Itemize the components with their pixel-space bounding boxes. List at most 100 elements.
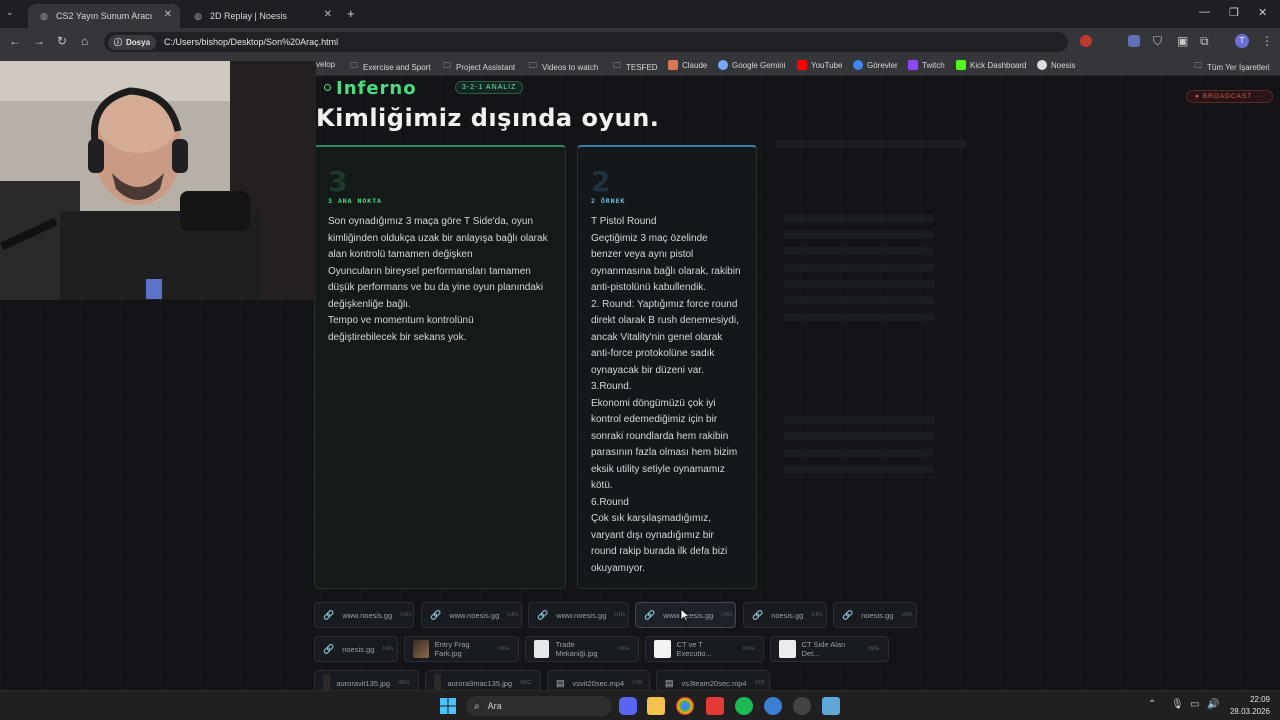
display-icon[interactable]: ▭	[1190, 699, 1199, 710]
windows-start-icon[interactable]	[440, 698, 456, 714]
image-pill[interactable]: Entry Frag Fark.jpg IMG	[404, 636, 519, 662]
bookmark-label: Twitch	[922, 60, 945, 70]
maximize-button[interactable]: ❐	[1229, 6, 1239, 19]
extension-icon[interactable]: ▣	[1177, 34, 1188, 48]
card-line: alan kontrolü tamamen değişken	[328, 249, 473, 260]
card-body: Son oynadığımız 3 maça göre T Side'da, o…	[328, 214, 560, 346]
extension-icon[interactable]	[1128, 35, 1140, 47]
image-label: Trade Mekaniği.jpg	[555, 640, 598, 658]
taskbar-search[interactable]: ⌕ Ara	[466, 696, 612, 716]
steam-icon[interactable]	[764, 697, 782, 715]
image-pill[interactable]: Trade Mekaniği.jpg IMG	[525, 636, 639, 662]
link-pill[interactable]: 🔗 www.noesis.gg URL	[314, 602, 414, 628]
tab-cs2-yayin[interactable]: ◍ CS2 Yayın Sunum Aracı ✕	[28, 4, 180, 28]
bookmark-youtube[interactable]: YouTube	[797, 60, 842, 70]
bookmark-folder-exercise[interactable]: 🗀 Exercise and Sport	[350, 60, 431, 74]
link-type-tag: URL	[400, 612, 413, 618]
home-icon[interactable]: ⌂	[81, 34, 88, 48]
bookmark-twitch[interactable]: Twitch	[908, 60, 945, 70]
link-type-tag: VID	[632, 680, 643, 686]
card-line: varyant dışı oynadığımız bir	[591, 529, 714, 541]
analysis-badge: 3-2-1 ANALİZ	[455, 81, 524, 94]
profile-avatar[interactable]: T	[1235, 34, 1249, 48]
bookmark-label: Kick Dashboard	[970, 60, 1027, 70]
puzzle-icon[interactable]: ⧉	[1200, 34, 1209, 49]
link-type-tag: VID	[754, 680, 766, 686]
bookmark-folder-videos[interactable]: 🗀 Videos to watch	[529, 60, 598, 74]
link-icon: 🔗	[537, 609, 549, 620]
image-pill[interactable]: CT ve T Executio... IMG	[645, 636, 764, 662]
search-icon: ⌕	[474, 700, 480, 712]
address-bar[interactable]: ⓘ Dosya C:/Users/bishop/Desktop/Son%20Ara…	[104, 32, 1068, 52]
new-tab-button[interactable]: +	[347, 6, 355, 21]
menu-icon[interactable]: ⋮	[1261, 34, 1273, 48]
card-line: T Pistol Round	[591, 216, 657, 227]
adblock-icon[interactable]	[1080, 35, 1092, 47]
card-line: Geçtiğimiz 3 maç özelinde	[591, 232, 708, 244]
file-explorer-icon[interactable]	[647, 697, 665, 715]
link-pill[interactable]: 🔗 www.noesis.gg URL	[528, 602, 629, 628]
discord-icon[interactable]	[619, 697, 637, 715]
map-dot-icon	[324, 84, 331, 91]
app-icon[interactable]	[822, 697, 840, 715]
card-line: 2. Round: Yaptığımız force round	[591, 298, 738, 310]
bookmark-folder-tesfed[interactable]: 🗀 TESFED	[613, 60, 658, 74]
claude-icon	[668, 60, 678, 70]
link-pill[interactable]: 🔗 noesis.gg URL	[743, 602, 827, 628]
reload-icon[interactable]: ↻	[57, 34, 67, 48]
file-chip[interactable]: ⓘ Dosya	[108, 34, 157, 50]
image-pill[interactable]: CT Side Alan Det... IMG	[770, 636, 889, 662]
globe-icon: ◍	[194, 10, 202, 21]
link-pill[interactable]: 🔗 www.noesis.gg URL	[421, 602, 522, 628]
broadcast-badge[interactable]: ● BROADCAST · ·	[1186, 90, 1274, 103]
spotify-icon[interactable]	[735, 697, 753, 715]
link-pill[interactable]: 🔗 noesis.gg URL	[314, 636, 398, 662]
close-tab-icon[interactable]: ✕	[324, 9, 332, 20]
close-window-button[interactable]: ✕	[1258, 6, 1267, 19]
folder-icon: 🗀	[443, 61, 451, 70]
volume-icon[interactable]: 🔊	[1207, 699, 1219, 710]
bookmark-noesis[interactable]: Noesis	[1037, 60, 1075, 70]
tab-2d-replay[interactable]: ◍ 2D Replay | Noesis ✕	[182, 4, 340, 28]
bookmark-item[interactable]: velop	[316, 60, 335, 69]
link-type-tag: URL	[507, 612, 520, 618]
image-label: CT ve T Executio...	[676, 640, 712, 658]
tray-chevron-icon[interactable]: ⌃	[1148, 699, 1156, 710]
card-tag: 2 ÖRNEK	[591, 197, 626, 205]
video-label: vsvit20sec.mp4	[572, 678, 625, 688]
link-type-tag: IMG	[398, 680, 410, 686]
card-main-points: 3 3 ANA NOKTA Son oynadığımız 3 maça gör…	[314, 145, 566, 589]
forward-icon[interactable]: →	[33, 34, 45, 48]
bookmark-label: Görevler	[867, 60, 898, 70]
link-type-tag: URL	[721, 612, 734, 618]
all-bookmarks-folder[interactable]: 🗀 Tüm Yer İşaretleri	[1194, 60, 1270, 74]
link-label: noesis.gg	[771, 610, 804, 620]
card-line: oynayacak bir düzeni var.	[591, 364, 704, 376]
image-thumbnail	[654, 640, 671, 658]
tab-search-icon[interactable]: ⌄	[6, 7, 14, 18]
link-pill[interactable]: 🔗 noesis.gg URL	[833, 602, 917, 628]
back-icon[interactable]: ←	[9, 34, 21, 48]
obs-icon[interactable]	[793, 697, 811, 715]
card-line: kimliğinden oldukça uzak bir anlayışa ba…	[328, 232, 548, 244]
shield-icon[interactable]: ⛉	[1153, 34, 1162, 49]
folder-icon: 🗀	[1194, 61, 1202, 70]
bookmark-gemini[interactable]: Google Gemini	[718, 60, 785, 70]
minimize-button[interactable]: —	[1199, 6, 1210, 18]
microphone-icon[interactable]: 🎙	[1171, 699, 1184, 710]
card-line: Son oynadığımız 3 maça göre T Side'da, o…	[328, 216, 533, 227]
app-icon[interactable]	[706, 697, 724, 715]
clock[interactable]: 22:09 28.03.2026	[1226, 694, 1270, 718]
bookmark-kick[interactable]: Kick Dashboard	[956, 60, 1026, 70]
bookmark-label: Tüm Yer İşaretleri	[1207, 62, 1270, 72]
url-text: C:/Users/bishop/Desktop/Son%20Araç.html	[164, 37, 339, 47]
card-line: sonraki roundlarda hem rakibin	[591, 430, 729, 442]
link-type-tag: IMG	[618, 646, 630, 652]
chrome-icon[interactable]	[676, 697, 694, 715]
bookmark-folder-project[interactable]: 🗀 Project Assistant	[443, 60, 515, 74]
close-tab-icon[interactable]: ✕	[164, 9, 172, 20]
card-body: T Pistol Round Geçtiğimiz 3 maç özelinde…	[591, 214, 753, 577]
mouse-cursor-icon	[680, 608, 690, 622]
bookmark-claude[interactable]: Claude	[668, 60, 707, 70]
bookmark-gorevler[interactable]: Görevler	[853, 60, 898, 70]
